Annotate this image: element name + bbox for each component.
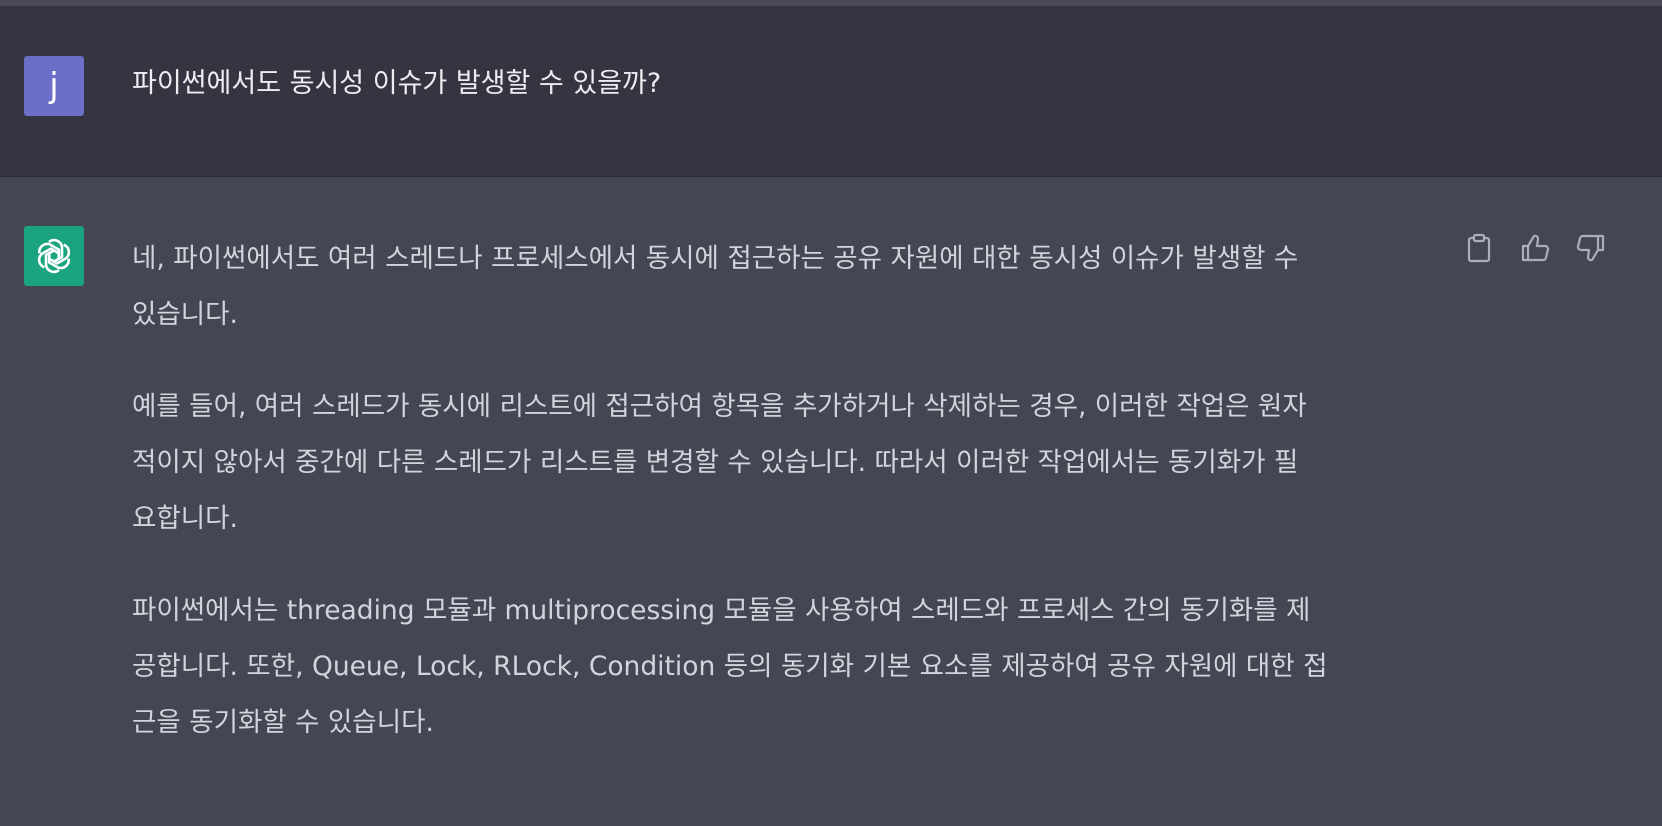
answer-line: 공합니다. 또한, Queue, Lock, RLock, Condition … [132,651,1328,682]
message-actions [1460,229,1610,267]
assistant-message-row: 네, 파이썬에서도 여러 스레드나 프로세스에서 동시에 접근하는 공유 자원에… [0,177,1662,826]
thumbs-up-icon [1521,234,1550,262]
answer-line: 적이지 않아서 중간에 다른 스레드가 리스트를 변경할 수 있습니다. 따라서… [132,447,1299,478]
user-avatar-letter: j [49,66,59,106]
openai-logo-icon [37,238,71,274]
user-avatar: j [24,56,84,116]
assistant-message-text: 네, 파이썬에서도 여러 스레드나 프로세스에서 동시에 접근하는 공유 자원에… [132,231,1432,787]
answer-line: 있습니다. [132,299,238,330]
copy-button[interactable] [1460,229,1498,267]
answer-paragraph-2: 예를 들어, 여러 스레드가 동시에 리스트에 접근하여 항목을 추가하거나 삭… [132,379,1432,547]
thumbs-down-icon [1576,234,1605,262]
thumbs-up-button[interactable] [1516,229,1554,267]
clipboard-icon [1467,233,1491,263]
answer-line: 파이썬에서는 threading 모듈과 multiprocessing 모듈을… [132,595,1311,626]
answer-paragraph-1: 네, 파이썬에서도 여러 스레드나 프로세스에서 동시에 접근하는 공유 자원에… [132,231,1432,343]
assistant-avatar [24,226,84,286]
answer-line: 요합니다. [132,503,238,534]
answer-paragraph-3: 파이썬에서는 threading 모듈과 multiprocessing 모듈을… [132,583,1432,751]
user-message-row: j 파이썬에서도 동시성 이슈가 발생할 수 있을까? [0,6,1662,177]
answer-line: 네, 파이썬에서도 여러 스레드나 프로세스에서 동시에 접근하는 공유 자원에… [132,243,1299,274]
answer-line: 예를 들어, 여러 스레드가 동시에 리스트에 접근하여 항목을 추가하거나 삭… [132,391,1307,422]
answer-line: 근을 동기화할 수 있습니다. [132,707,434,738]
user-message-text: 파이썬에서도 동시성 이슈가 발생할 수 있을까? [132,68,662,99]
thumbs-down-button[interactable] [1572,229,1610,267]
